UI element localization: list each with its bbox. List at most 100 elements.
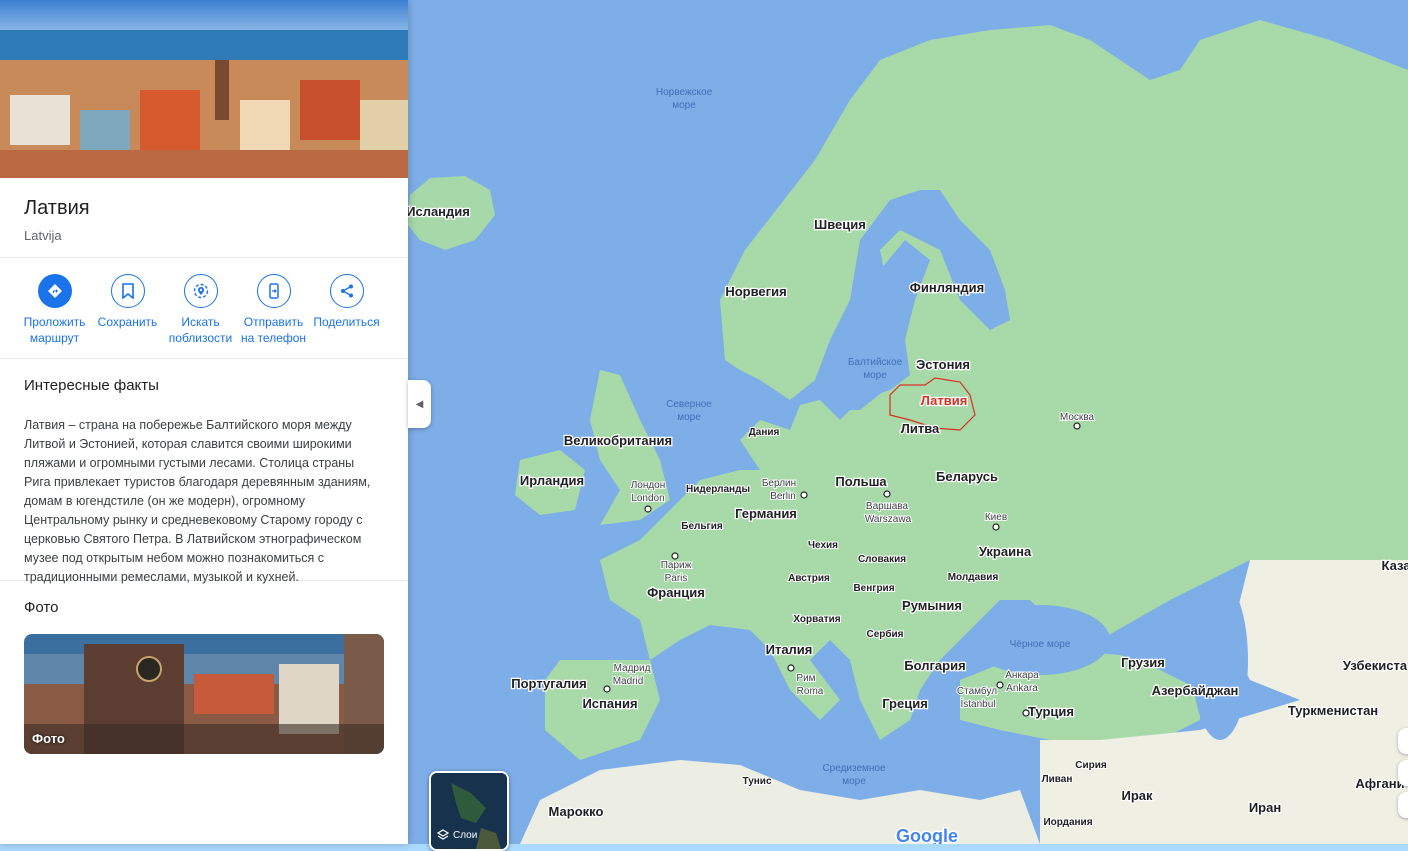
country-label[interactable]: Франция bbox=[646, 584, 706, 602]
nearby-button[interactable]: Искать поблизости bbox=[164, 274, 237, 348]
country-label[interactable]: Германия bbox=[734, 505, 798, 523]
country-label[interactable]: Беларусь bbox=[935, 468, 999, 486]
directions-button[interactable]: Проложить маршрут bbox=[18, 274, 91, 348]
country-label[interactable]: Чехия bbox=[807, 539, 839, 552]
country-label[interactable]: Ирландия bbox=[519, 472, 586, 490]
country-label[interactable]: Испания bbox=[581, 695, 639, 713]
sea-label: море bbox=[677, 412, 701, 423]
country-label[interactable]: Словакия bbox=[857, 553, 907, 566]
country-label[interactable]: Иран bbox=[1248, 799, 1283, 817]
country-label[interactable]: Исландия bbox=[405, 203, 471, 221]
country-label[interactable]: Дания bbox=[748, 426, 781, 439]
country-label[interactable]: Тунис bbox=[741, 775, 772, 788]
city-label[interactable]: İstanbul bbox=[959, 696, 996, 711]
city-dot[interactable] bbox=[603, 685, 611, 693]
country-label[interactable]: Ливан bbox=[1041, 773, 1074, 786]
share-button[interactable]: Поделиться bbox=[310, 274, 383, 348]
city-label[interactable]: Мадрид bbox=[613, 662, 652, 675]
city-label[interactable]: Warszawa bbox=[864, 513, 913, 526]
city-label[interactable]: Ankara bbox=[1005, 682, 1039, 695]
country-label[interactable]: Норвегия bbox=[724, 283, 788, 301]
city-dot[interactable] bbox=[883, 490, 891, 498]
country-label[interactable]: Эстония bbox=[915, 356, 972, 374]
send-to-phone-icon bbox=[256, 274, 291, 308]
country-label[interactable]: Марокко bbox=[547, 803, 604, 821]
city-label[interactable]: Берлин bbox=[761, 477, 797, 490]
city-dot[interactable] bbox=[787, 664, 795, 672]
country-label[interactable]: Болгария bbox=[903, 657, 967, 675]
country-label[interactable]: Грузия bbox=[1120, 654, 1166, 672]
city-dot[interactable] bbox=[800, 491, 808, 499]
photo-card[interactable]: Фото bbox=[24, 634, 384, 754]
map-control-button[interactable] bbox=[1398, 792, 1408, 818]
country-label[interactable]: Польша bbox=[834, 473, 889, 491]
country-label[interactable]: Португалия bbox=[510, 675, 588, 693]
country-label[interactable]: Нидерланды bbox=[685, 483, 751, 496]
collapse-panel-button[interactable]: ◀ bbox=[408, 380, 431, 428]
country-label[interactable]: Великобритания bbox=[563, 432, 674, 450]
sea-label: Средиземное bbox=[822, 763, 886, 774]
photos-section: Фото Фото bbox=[0, 581, 408, 772]
country-label[interactable]: Румыния bbox=[901, 597, 963, 615]
country-label[interactable]: Сербия bbox=[865, 627, 904, 641]
country-label[interactable]: Иордания bbox=[1042, 816, 1093, 829]
google-logo: Google bbox=[896, 826, 958, 844]
country-label[interactable]: Греция bbox=[881, 695, 929, 713]
country-label[interactable]: Украина bbox=[978, 543, 1034, 561]
directions-icon bbox=[37, 274, 72, 308]
city-label[interactable]: Paris bbox=[664, 572, 689, 585]
city-label[interactable]: Анкара bbox=[1004, 669, 1040, 682]
country-label[interactable]: Туркменистан bbox=[1287, 702, 1380, 720]
city-dot[interactable] bbox=[992, 523, 1000, 531]
hero-photo[interactable] bbox=[0, 0, 408, 178]
city-label[interactable]: Москва bbox=[1059, 411, 1096, 424]
city-label[interactable]: Madrid bbox=[612, 675, 645, 688]
city-dot[interactable] bbox=[996, 681, 1004, 689]
country-label[interactable]: Турция bbox=[1027, 703, 1076, 721]
city-dot[interactable] bbox=[1022, 709, 1030, 717]
facts-title: Интересные факты bbox=[24, 377, 159, 394]
sea-label: море bbox=[842, 776, 866, 787]
sea-label: Северное bbox=[666, 399, 712, 410]
country-label[interactable]: Литва bbox=[899, 420, 941, 438]
country-label[interactable]: Хорватия bbox=[792, 613, 841, 626]
city-label[interactable]: London bbox=[630, 492, 665, 505]
layers-label-group: Слои bbox=[437, 829, 477, 841]
map-control-button[interactable] bbox=[1398, 728, 1408, 754]
action-label: Сохранить bbox=[97, 315, 158, 329]
city-label[interactable]: Рим bbox=[795, 672, 816, 685]
selected-country-label[interactable]: Латвия bbox=[919, 392, 968, 410]
water-caspian-sea bbox=[1192, 580, 1248, 740]
city-label[interactable]: Roma bbox=[796, 685, 825, 698]
country-label[interactable]: Швеция bbox=[813, 216, 867, 234]
country-label[interactable]: Сирия bbox=[1074, 759, 1108, 772]
sea-label: море bbox=[672, 100, 696, 111]
city-dot[interactable] bbox=[644, 505, 652, 513]
country-label[interactable]: Ирак bbox=[1120, 787, 1154, 805]
country-label[interactable]: Азербайджан bbox=[1150, 682, 1239, 700]
city-dot[interactable] bbox=[1073, 422, 1081, 430]
city-label[interactable]: Стамбул bbox=[956, 684, 998, 698]
country-label[interactable]: Италия bbox=[764, 641, 813, 659]
action-label: Искать поблизости bbox=[168, 315, 233, 345]
save-button[interactable]: Сохранить bbox=[91, 274, 164, 348]
country-label[interactable]: Австрия bbox=[787, 572, 831, 585]
city-label[interactable]: Киев bbox=[984, 511, 1008, 524]
facts-text: Латвия – страна на побережье Балтийского… bbox=[24, 418, 371, 584]
city-label[interactable]: Варшава bbox=[865, 500, 910, 513]
country-label[interactable]: Финляндия bbox=[909, 279, 986, 297]
country-label[interactable]: Венгрия bbox=[852, 582, 895, 595]
city-label[interactable]: Berlin bbox=[769, 490, 797, 503]
city-dot[interactable] bbox=[671, 552, 679, 560]
country-label[interactable]: Молдавия bbox=[947, 571, 1000, 584]
country-label[interactable]: Узбекиста bbox=[1342, 657, 1408, 675]
city-label[interactable]: Лондон bbox=[630, 479, 667, 492]
place-title: Латвия bbox=[24, 197, 90, 219]
map-control-button[interactable] bbox=[1398, 760, 1408, 786]
layers-button[interactable]: Слои bbox=[429, 771, 509, 851]
country-label[interactable]: Каза bbox=[1380, 557, 1408, 575]
send-to-phone-button[interactable]: Отправить на телефон bbox=[237, 274, 310, 348]
country-label[interactable]: Бельгия bbox=[680, 520, 724, 533]
sea-label: Чёрное море bbox=[1010, 639, 1071, 650]
city-label[interactable]: Париж bbox=[660, 559, 693, 572]
